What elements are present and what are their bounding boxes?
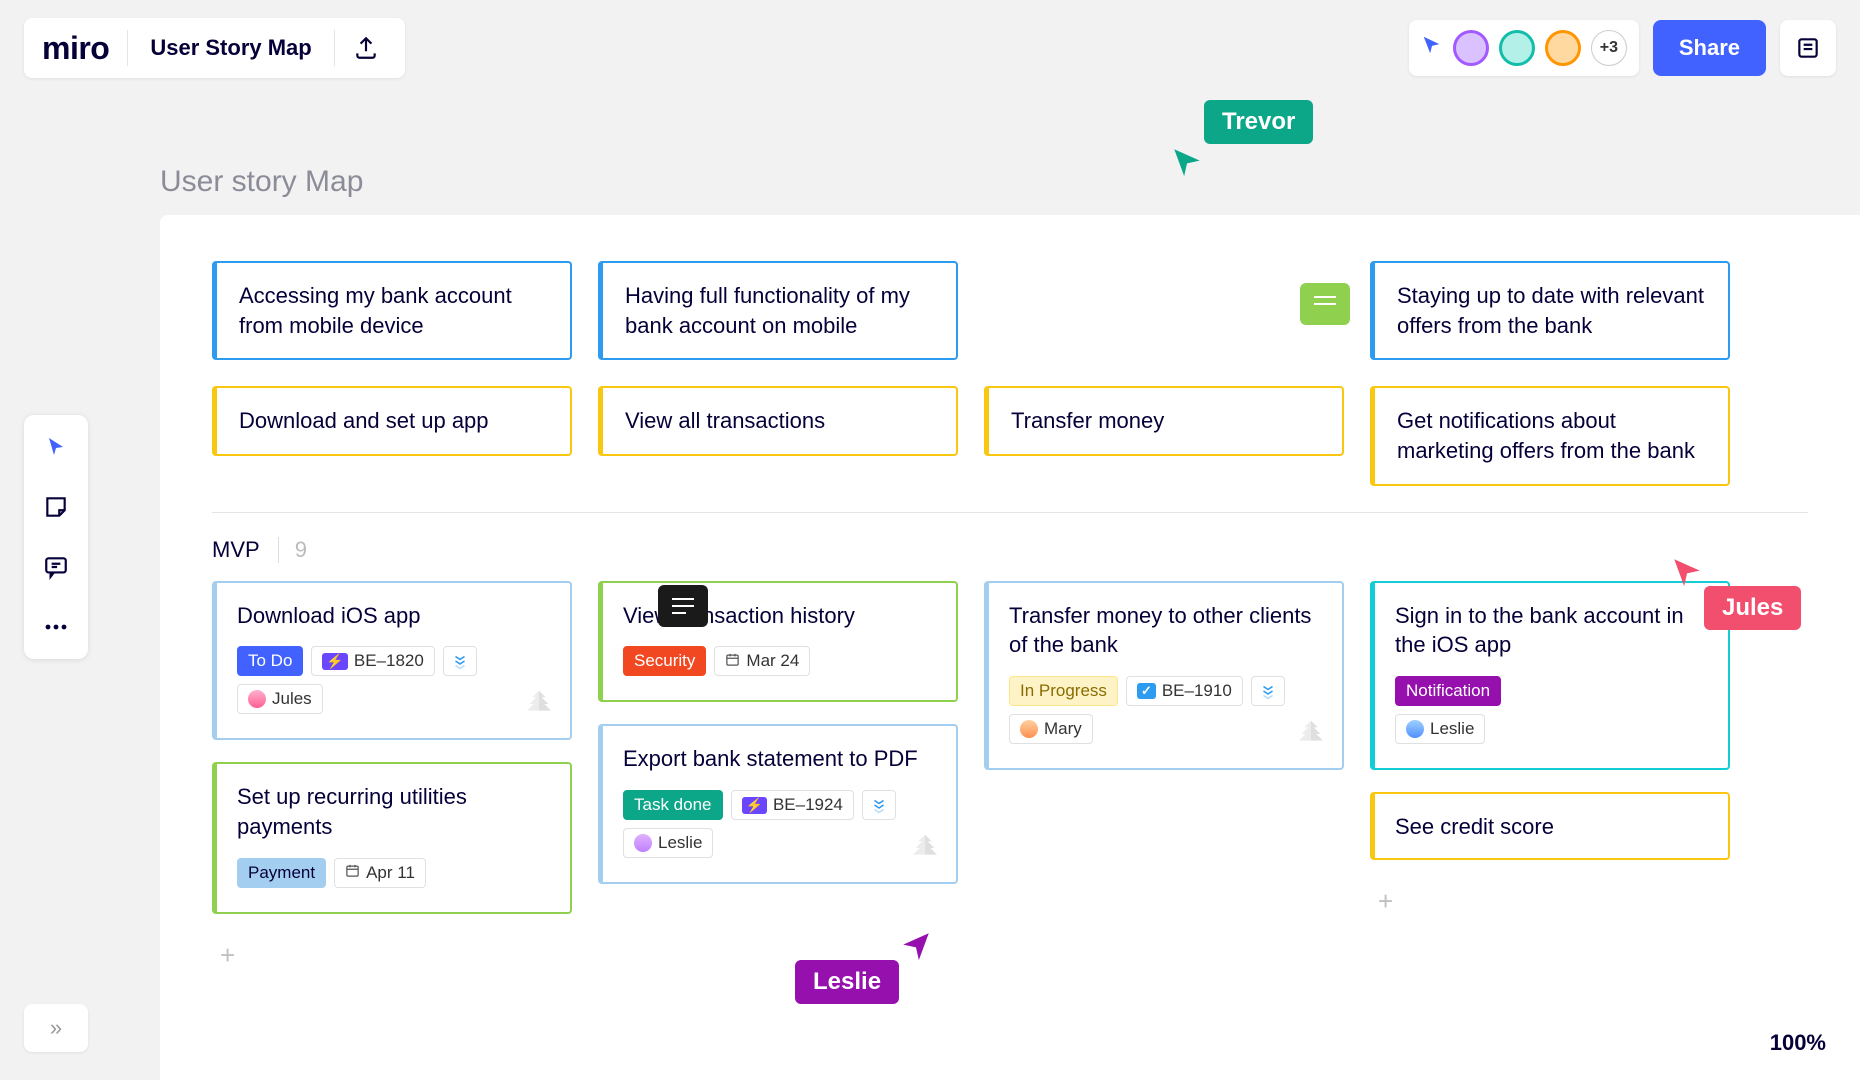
story-grid: Download iOS app To Do ⚡ BE–1820 Jules Set … <box>212 581 1808 975</box>
assignee-chip[interactable]: Leslie <box>1395 714 1485 744</box>
stack-icon[interactable] <box>443 646 477 676</box>
assignee-chip[interactable]: Leslie <box>623 828 713 858</box>
avatar[interactable] <box>1499 30 1535 66</box>
remote-cursor-leslie: Leslie <box>795 960 933 1004</box>
stack-icon[interactable] <box>1251 676 1285 706</box>
divider <box>334 30 335 66</box>
story-card[interactable]: Sign in to the bank account in the iOS a… <box>1370 581 1730 770</box>
activities-row: Accessing my bank account from mobile de… <box>212 261 1808 360</box>
divider <box>127 30 128 66</box>
steps-row: Download and set up app View all transac… <box>212 386 1808 485</box>
assignee-chip[interactable]: Mary <box>1009 714 1093 744</box>
share-button[interactable]: Share <box>1653 20 1766 76</box>
jira-icon <box>908 832 942 870</box>
story-card[interactable]: Export bank statement to PDF Task done ⚡ B… <box>598 724 958 884</box>
status-chip[interactable]: Task done <box>623 790 723 820</box>
jira-icon <box>522 688 556 726</box>
avatar[interactable] <box>1453 30 1489 66</box>
story-column: View transaction historySecurity Mar 24 E… <box>598 581 958 975</box>
top-bar-right: +3 Share <box>1409 20 1836 76</box>
story-column: Download iOS app To Do ⚡ BE–1820 Jules Set … <box>212 581 572 975</box>
more-collaborators-badge[interactable]: +3 <box>1591 30 1627 66</box>
remote-cursor-trevor: Trevor <box>1170 100 1313 144</box>
activity-card[interactable]: Accessing my bank account from mobile de… <box>212 261 572 360</box>
status-chip[interactable]: In Progress <box>1009 676 1118 706</box>
ticket-chip[interactable]: ✓ BE–1910 <box>1126 676 1243 706</box>
avatar[interactable] <box>1545 30 1581 66</box>
status-chip[interactable]: To Do <box>237 646 303 676</box>
add-story-button[interactable]: + <box>212 936 243 975</box>
export-icon[interactable] <box>341 35 391 61</box>
release-header[interactable]: MVP 9 <box>212 537 1808 563</box>
story-column: Sign in to the bank account in the iOS a… <box>1370 581 1730 975</box>
status-chip[interactable]: Security <box>623 646 706 676</box>
top-bar-left: miro User Story Map <box>24 18 405 78</box>
remote-cursor-jules: Jules <box>1670 550 1801 594</box>
board-title[interactable]: User Story Map <box>134 35 327 61</box>
story-title: Transfer money to other clients of the b… <box>1009 601 1322 660</box>
release-divider <box>212 512 1808 513</box>
date-chip[interactable]: Apr 11 <box>334 858 426 888</box>
story-title: Sign in to the bank account in the iOS a… <box>1395 601 1708 660</box>
story-title: Download iOS app <box>237 601 550 631</box>
panel-toggle-button[interactable] <box>1780 20 1836 76</box>
jira-icon <box>1294 718 1328 756</box>
status-chip[interactable]: Payment <box>237 858 326 888</box>
story-title: Set up recurring utilities payments <box>237 782 550 841</box>
sticky-note-tool[interactable] <box>38 489 74 525</box>
story-title: Export bank statement to PDF <box>623 744 936 774</box>
release-count: 9 <box>278 537 307 563</box>
zoom-level[interactable]: 100% <box>1770 1030 1826 1056</box>
comment-tool[interactable] <box>38 549 74 585</box>
canvas-title: User story Map <box>160 165 363 199</box>
story-card[interactable]: Transfer money to other clients of the b… <box>984 581 1344 770</box>
story-card[interactable]: See credit score <box>1370 792 1730 860</box>
stack-icon[interactable] <box>862 790 896 820</box>
step-card[interactable]: Get notifications about marketing offers… <box>1370 386 1730 485</box>
story-column: Transfer money to other clients of the b… <box>984 581 1344 975</box>
ticket-chip[interactable]: ⚡ BE–1924 <box>731 790 854 820</box>
release-name: MVP <box>212 537 260 563</box>
status-chip[interactable]: Notification <box>1395 676 1501 706</box>
collaborators-box: +3 <box>1409 20 1639 76</box>
expand-toolbar-button[interactable]: » <box>24 1004 88 1052</box>
ticket-chip[interactable]: ⚡ BE–1820 <box>311 646 434 676</box>
more-tools[interactable] <box>38 609 74 645</box>
step-card[interactable]: View all transactions <box>598 386 958 456</box>
miro-logo[interactable]: miro <box>38 30 121 67</box>
story-card[interactable]: Download iOS app To Do ⚡ BE–1820 Jules <box>212 581 572 741</box>
story-card[interactable]: View transaction historySecurity Mar 24 <box>598 581 958 703</box>
step-card[interactable]: Download and set up app <box>212 386 572 456</box>
activity-icon[interactable] <box>1421 34 1443 62</box>
left-toolbar <box>24 415 88 659</box>
story-map-frame[interactable]: Accessing my bank account from mobile de… <box>160 215 1860 1080</box>
comment-bubble[interactable] <box>1300 283 1350 325</box>
assignee-chip[interactable]: Jules <box>237 684 323 714</box>
top-bar: miro User Story Map +3 Share <box>24 18 1836 78</box>
select-tool[interactable] <box>38 429 74 465</box>
activity-card[interactable]: Staying up to date with relevant offers … <box>1370 261 1730 360</box>
comment-bubble[interactable] <box>658 585 708 627</box>
add-story-button[interactable]: + <box>1370 882 1401 921</box>
story-title: See credit score <box>1395 812 1708 842</box>
step-card[interactable]: Transfer money <box>984 386 1344 456</box>
activity-placeholder <box>984 261 1344 297</box>
date-chip[interactable]: Mar 24 <box>714 646 810 676</box>
story-card[interactable]: Set up recurring utilities payments Payme… <box>212 762 572 913</box>
activity-card[interactable]: Having full functionality of my bank acc… <box>598 261 958 360</box>
